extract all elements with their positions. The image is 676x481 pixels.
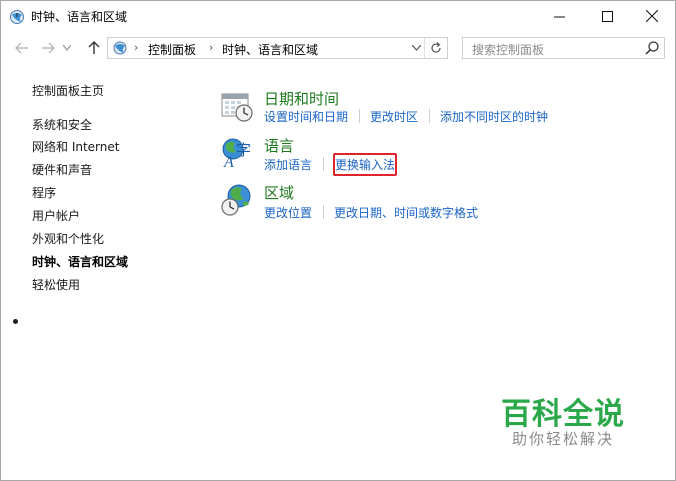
- window-title: 时钟、语言和区域: [31, 10, 128, 24]
- search-icon[interactable]: [644, 40, 660, 56]
- link-add-language[interactable]: 添加语言: [264, 156, 312, 173]
- close-button[interactable]: [629, 1, 675, 31]
- svg-text:A: A: [223, 154, 234, 171]
- chevron-down-icon: [63, 45, 71, 51]
- back-button[interactable]: [13, 38, 31, 58]
- breadcrumb-separator-icon: ›: [134, 41, 139, 54]
- link-divider: [323, 205, 324, 219]
- breadcrumb-separator-icon: ›: [209, 41, 214, 54]
- language-globe-icon[interactable]: A 字: [219, 135, 255, 171]
- sidebar-item-programs[interactable]: 程序: [32, 184, 56, 201]
- search-placeholder: 搜索控制面板: [472, 43, 545, 57]
- control-panel-icon: [113, 41, 127, 55]
- refresh-icon: [431, 42, 441, 53]
- back-arrow-icon: [15, 42, 28, 54]
- search-box[interactable]: 搜索控制面板: [462, 37, 665, 59]
- link-add-clocks-different-time-zones[interactable]: 添加不同时区的时钟: [440, 108, 548, 125]
- sidebar: 控制面板主页 系统和安全 网络和 Internet 硬件和声音 程序 用户帐户 …: [1, 63, 191, 479]
- control-panel-window: 时钟、语言和区域 › 控制面板 › 时钟、语言和区域 搜索控制面板 控制面板主页…: [0, 0, 676, 481]
- watermark-subtitle: 助你轻松解决: [512, 430, 615, 448]
- svg-text:字: 字: [236, 141, 251, 159]
- address-bar[interactable]: › 控制面板 › 时钟、语言和区域: [107, 37, 448, 59]
- forward-button[interactable]: [39, 38, 57, 58]
- breadcrumb-control-panel[interactable]: 控制面板: [148, 41, 196, 58]
- up-arrow-icon: [88, 41, 100, 54]
- link-change-time-zone[interactable]: 更改时区: [370, 108, 418, 125]
- category-title-language[interactable]: 语言: [264, 135, 294, 156]
- sidebar-item-system-security[interactable]: 系统和安全: [32, 116, 92, 133]
- category-title-region[interactable]: 区域: [264, 182, 294, 203]
- title-bar: 时钟、语言和区域: [1, 1, 675, 32]
- link-divider: [323, 157, 324, 171]
- link-change-location[interactable]: 更改位置: [264, 204, 312, 221]
- category-title-date-time[interactable]: 日期和时间: [264, 88, 339, 109]
- calendar-clock-icon[interactable]: [219, 88, 255, 124]
- refresh-button[interactable]: [424, 38, 447, 58]
- maximize-icon: [601, 10, 613, 22]
- minimize-icon: [553, 16, 565, 17]
- clock-language-region-icon: [10, 10, 24, 24]
- maximize-button[interactable]: [584, 1, 630, 31]
- chevron-down-icon: [411, 45, 421, 51]
- watermark-title: 百科全说: [501, 397, 625, 432]
- sidebar-item-home[interactable]: 控制面板主页: [32, 82, 104, 99]
- region-globe-clock-icon[interactable]: [219, 182, 255, 218]
- annotation-highlight-box: [333, 153, 397, 176]
- sidebar-item-network-internet[interactable]: 网络和 Internet: [32, 138, 119, 155]
- sidebar-item-ease-of-access[interactable]: 轻松使用: [32, 276, 80, 293]
- current-item-bullet: [13, 319, 18, 324]
- forward-arrow-icon: [42, 42, 55, 54]
- sidebar-item-appearance[interactable]: 外观和个性化: [32, 230, 104, 247]
- link-divider: [429, 109, 430, 123]
- sidebar-item-clock-language-region[interactable]: 时钟、语言和区域: [32, 253, 128, 270]
- link-set-time-date[interactable]: 设置时间和日期: [264, 108, 348, 125]
- sidebar-item-hardware-sound[interactable]: 硬件和声音: [32, 161, 92, 178]
- link-divider: [359, 109, 360, 123]
- sidebar-item-user-accounts[interactable]: 用户帐户: [32, 207, 80, 224]
- up-button[interactable]: [85, 38, 103, 58]
- link-change-date-time-number-formats[interactable]: 更改日期、时间或数字格式: [334, 204, 478, 221]
- address-dropdown-button[interactable]: [409, 40, 423, 56]
- minimize-button[interactable]: [536, 1, 582, 31]
- breadcrumb-clock-language-region[interactable]: 时钟、语言和区域: [222, 41, 318, 58]
- recent-locations-button[interactable]: [61, 38, 73, 58]
- close-icon: [646, 10, 658, 22]
